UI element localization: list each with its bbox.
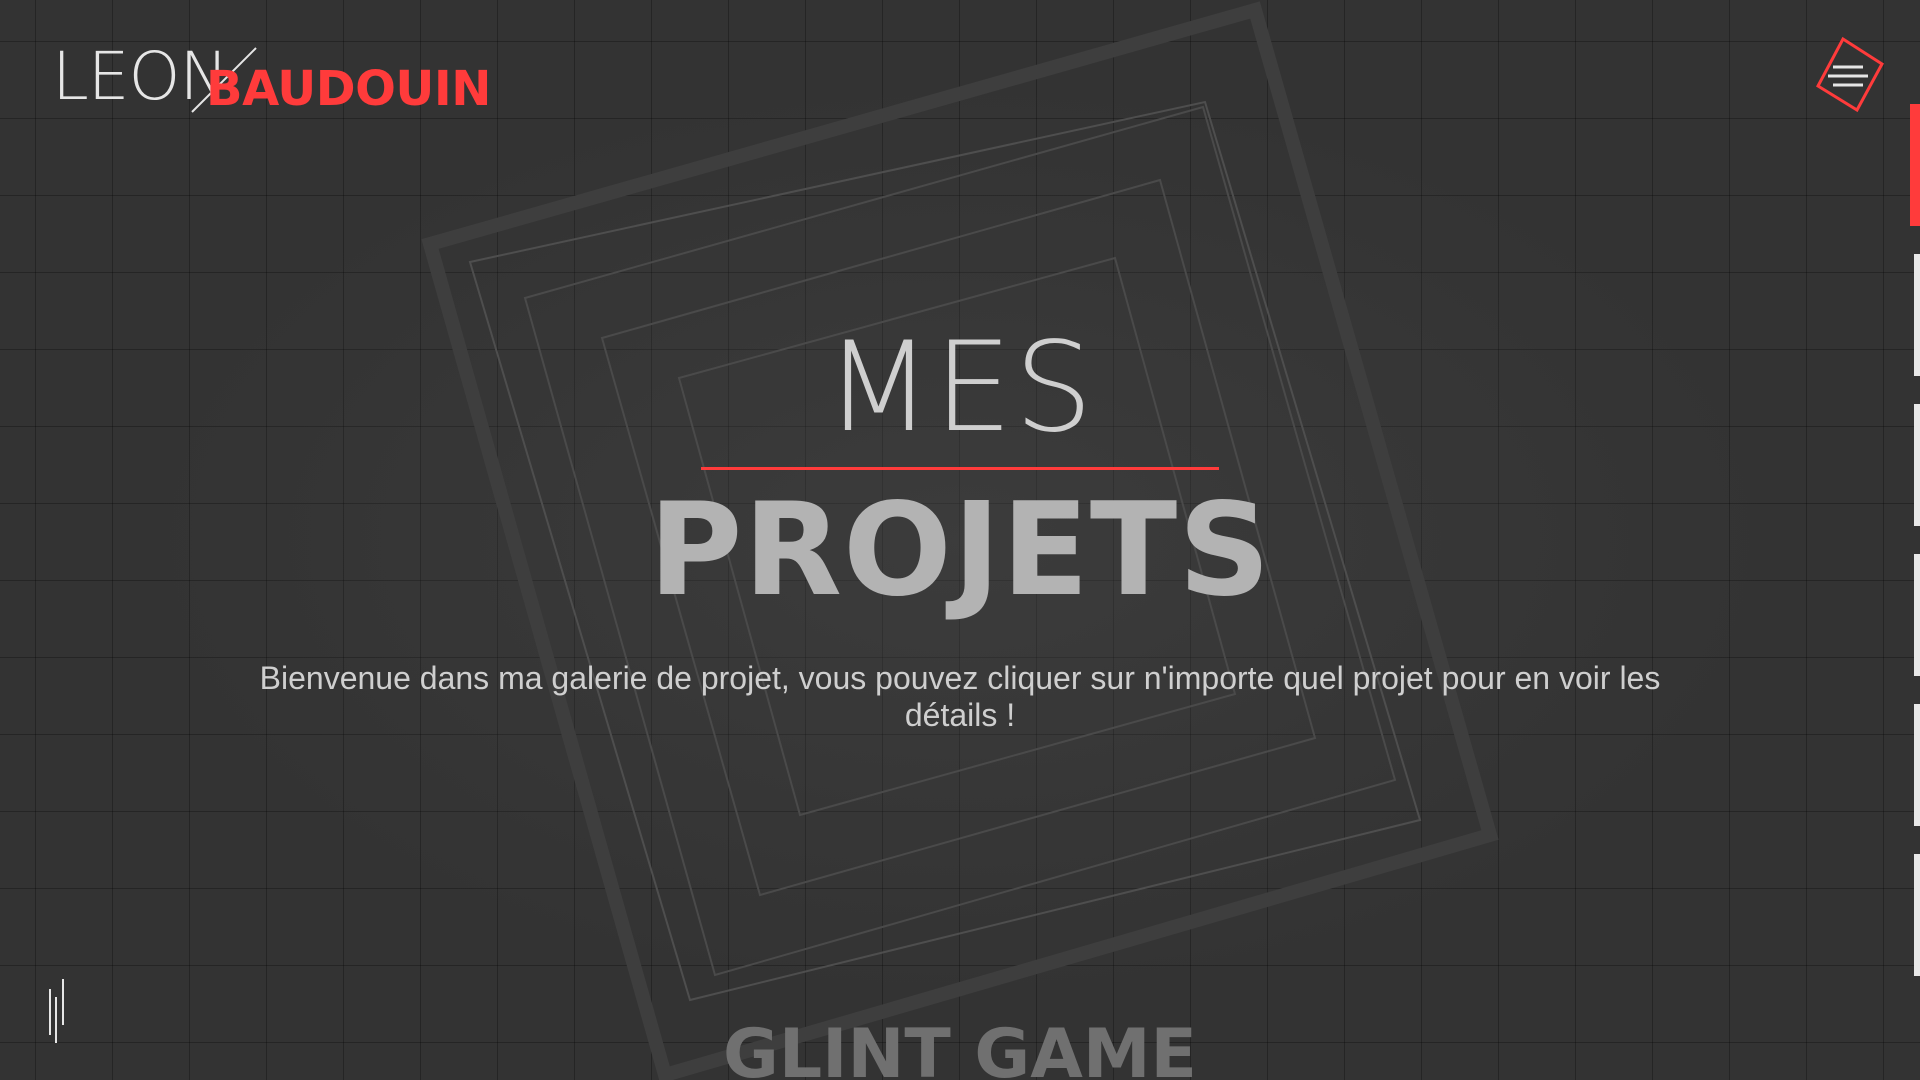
project-title-glint-game[interactable]: GLINT GAME <box>0 1010 1920 1080</box>
page-title-top: MES <box>824 316 1096 460</box>
site-logo[interactable]: LEON BAUDOUIN <box>52 40 491 120</box>
title-divider <box>701 467 1219 470</box>
logo-last-name: BAUDOUIN <box>206 61 491 117</box>
menu-button[interactable] <box>1805 36 1885 116</box>
hamburger-icon <box>1816 36 1884 113</box>
page-title-bottom: PROJETS <box>648 476 1272 625</box>
section-nav-item-6[interactable] <box>1914 854 1920 976</box>
scroll-indicator-icon <box>49 979 64 1043</box>
section-nav-item-5[interactable] <box>1914 704 1920 826</box>
page-background: LEON BAUDOUIN MES PROJETS Bienvenue dans… <box>0 0 1920 1080</box>
page-subtitle: Bienvenue dans ma galerie de projet, vou… <box>259 660 1661 733</box>
section-nav-item-1[interactable] <box>1910 104 1920 226</box>
